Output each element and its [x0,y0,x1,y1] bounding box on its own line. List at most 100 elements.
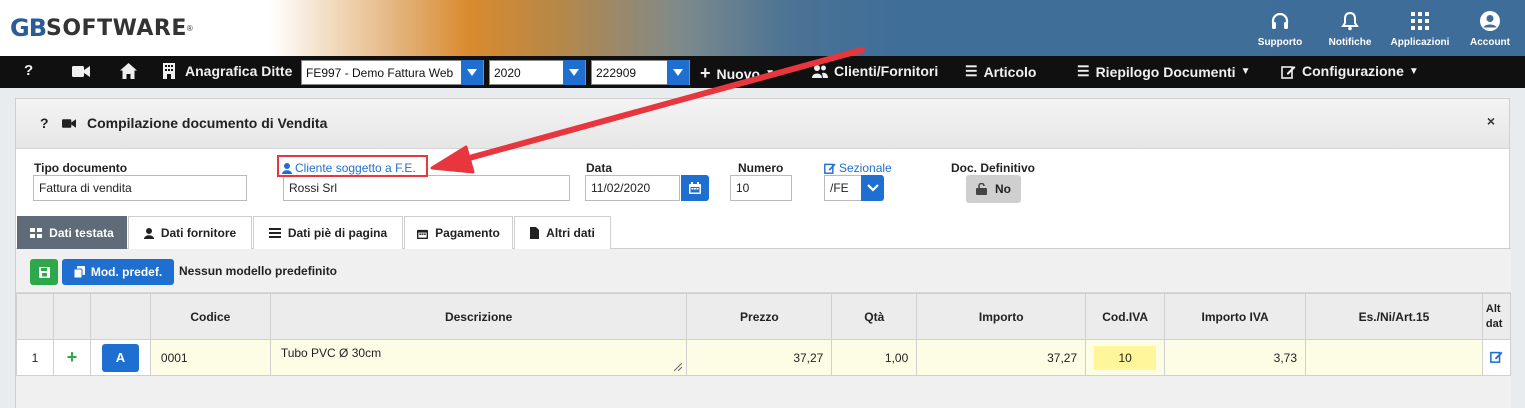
calendar-icon [417,229,429,239]
tab-dati-fornitore[interactable]: Dati fornitore [128,216,252,249]
chevron-down-icon: ▼ [1408,65,1419,77]
applicazioni-button[interactable]: Applicazioni [1385,8,1455,48]
row-type-button[interactable]: A [101,343,139,372]
anagrafica-ditte-menu[interactable]: Anagrafica Ditte [163,63,292,79]
edit-icon[interactable] [1490,350,1503,363]
top-actions: Supporto Notifiche Applicazioni Account [1245,8,1525,48]
tab-dati-testata-label: Dati testata [49,226,114,240]
add-row-icon[interactable]: + [52,339,91,376]
articolo-label: Articolo [983,63,1037,80]
esenzione-cell[interactable] [1305,339,1483,376]
tab-dati-testata[interactable]: Dati testata [17,216,127,249]
notifiche-button[interactable]: Notifiche [1315,8,1385,48]
qta-cell[interactable]: 1,00 [831,339,918,376]
data-input[interactable]: 11/02/2020 [585,175,680,201]
clienti-fornitori-label: Clienti/Fornitori [834,63,939,79]
col-qta-header[interactable]: Qtà [831,293,918,340]
mod-predef-button[interactable]: Mod. predef. [62,259,174,285]
chevron-down-icon [866,184,879,192]
logo-software: SOFTWARE [46,15,187,41]
code-select-value: 222909 [596,65,637,80]
row-number: 1 [16,339,54,376]
sezionale-input[interactable]: /FE [824,175,864,201]
col-codice-header[interactable]: Codice [149,293,271,340]
panel-help-button[interactable]: ? [40,115,49,131]
help-button[interactable]: ? [24,62,33,79]
cliente-input[interactable]: Rossi Srl [283,175,570,201]
sezionale-label: Sezionale [839,161,892,175]
users-icon [812,65,828,78]
account-label: Account [1470,37,1510,48]
configurazione-menu[interactable]: Configurazione ▼ [1281,63,1419,79]
table-header-row: Codice Descrizione Prezzo Qtà Importo Co… [16,293,1512,340]
altri-dati-cell [1481,339,1512,376]
video-camera-icon[interactable] [72,65,90,78]
numero-label: Numero [738,161,784,175]
grid-icon [1385,8,1455,34]
close-icon[interactable]: × [1487,113,1495,129]
doc-definitivo-value: No [995,182,1011,196]
col-codiva-header[interactable]: Cod.IVA [1085,293,1166,340]
company-select[interactable]: FE997 - Demo Fattura Web [301,60,484,85]
prezzo-cell[interactable]: 37,27 [686,339,833,376]
resize-handle-icon[interactable] [674,363,683,371]
panel-title: Compilazione documento di Vendita [87,115,328,131]
codice-cell[interactable]: 0001 [149,339,271,376]
file-icon [530,227,540,239]
video-camera-icon[interactable] [62,118,76,129]
tab-pagamento[interactable]: Pagamento [404,216,513,249]
tab-dati-pie-di-pagina-label: Dati piè di pagina [287,226,388,240]
tab-dati-pie-di-pagina[interactable]: Dati piè di pagina [253,216,403,249]
supporto-button[interactable]: Supporto [1245,8,1315,48]
numero-input[interactable]: 10 [730,175,792,201]
codiva-cell[interactable]: 10 [1085,339,1166,376]
riepilogo-documenti-label: Riepilogo Documenti [1095,63,1236,80]
data-label: Data [586,161,613,175]
tab-dati-fornitore-label: Dati fornitore [160,226,237,240]
edit-icon [1281,65,1296,79]
col-esenzione-header[interactable]: Es./Ni/Art.15 [1305,293,1483,340]
articolo-menu[interactable]: ☰ Articolo [965,63,1036,80]
panel-header: ? Compilazione documento di Vendita × [16,99,1509,149]
code-select[interactable]: 222909 [591,60,690,85]
doc-definitivo-toggle[interactable]: No [966,175,1021,203]
col-descrizione-header[interactable]: Descrizione [269,293,688,340]
headset-icon [1245,8,1315,34]
col-prezzo-header[interactable]: Prezzo [686,293,833,340]
bell-icon [1315,8,1385,34]
year-select-value: 2020 [494,65,521,80]
chevron-down-icon [461,60,483,85]
calendar-button[interactable] [681,175,709,201]
account-button[interactable]: Account [1455,8,1525,48]
tipo-documento-input[interactable]: Fattura di vendita [33,175,247,201]
list-icon: ☰ [1077,63,1090,79]
col-importo-iva-header[interactable]: Importo IVA [1164,293,1307,340]
notifiche-label: Notifiche [1328,37,1372,48]
annotation-highlight-box [277,155,428,177]
clienti-fornitori-menu[interactable]: Clienti/Fornitori [812,63,938,79]
descrizione-cell[interactable]: Tubo PVC Ø 30cm [269,339,688,376]
riepilogo-documenti-menu[interactable]: ☰ Riepilogo Documenti ▼ [1077,63,1250,80]
row-type-cell: A [89,339,151,376]
tipo-documento-label: Tipo documento [34,161,128,175]
year-select[interactable]: 2020 [489,60,586,85]
chevron-down-icon: ▼ [765,68,775,79]
save-button[interactable] [30,259,58,285]
tab-altri-dati-label: Altri dati [546,226,595,240]
sezionale-link[interactable]: Sezionale [824,161,892,175]
tab-altri-dati[interactable]: Altri dati [514,216,611,249]
sezionale-dropdown-button[interactable] [861,175,884,201]
logo-registered: ® [186,23,193,33]
gb-software-logo[interactable]: GB SOFTWARE ® [10,12,193,44]
list-icon [268,228,281,238]
col-importo-header[interactable]: Importo [916,293,1087,340]
calendar-icon [689,182,701,194]
copy-icon [73,266,85,278]
col-altri-dati-header[interactable]: Alt dat [1481,293,1512,340]
nuovo-menu[interactable]: + Nuovo ▼ [700,63,775,84]
importo-cell[interactable]: 37,27 [916,339,1087,376]
doc-definitivo-label: Doc. Definitivo [951,161,1036,175]
plus-icon: + [700,63,711,83]
importo-iva-cell[interactable]: 3,73 [1164,339,1307,376]
home-icon[interactable] [120,63,137,79]
